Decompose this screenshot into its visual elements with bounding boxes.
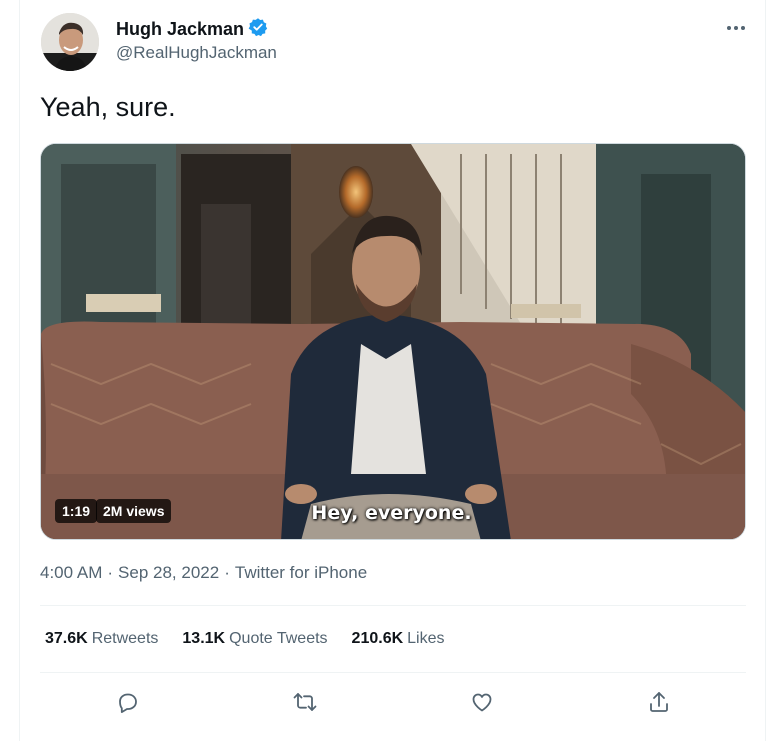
meta-separator: ·: [224, 563, 230, 582]
quote-tweets-label: Quote Tweets: [229, 630, 328, 647]
author-name-row: Hugh Jackman: [116, 17, 268, 42]
video-caption: Hey, everyone.: [311, 502, 472, 524]
right-border: [765, 0, 766, 741]
likes-count: 210.6K: [351, 630, 404, 647]
author-handle[interactable]: @RealHughJackman: [116, 43, 277, 63]
share-icon[interactable]: [644, 687, 674, 717]
tweet-date[interactable]: Sep 28, 2022: [118, 563, 219, 583]
tweet-stats: 37.6K Retweets 13.1K Quote Tweets 210.6K…: [45, 630, 445, 648]
quote-tweets-stat[interactable]: 13.1K Quote Tweets: [182, 630, 327, 648]
tweet-text: Yeah, sure.: [40, 92, 176, 122]
avatar[interactable]: [41, 13, 99, 71]
divider: [40, 672, 746, 673]
tweet-time[interactable]: 4:00 AM: [40, 563, 102, 583]
like-icon[interactable]: [467, 687, 497, 717]
left-border: [19, 0, 20, 741]
author-name[interactable]: Hugh Jackman: [116, 19, 244, 40]
video-player[interactable]: [40, 143, 746, 540]
video-frame: [41, 144, 745, 539]
retweets-label: Retweets: [91, 630, 159, 647]
retweets-count: 37.6K: [45, 630, 88, 647]
divider: [40, 605, 746, 606]
tweet-meta: 4:00 AM · Sep 28, 2022 · Twitter for iPh…: [40, 563, 367, 583]
retweet-icon[interactable]: [290, 687, 320, 717]
quote-tweets-count: 13.1K: [182, 630, 226, 647]
tweet-actions: [0, 687, 773, 717]
retweets-stat[interactable]: 37.6K Retweets: [45, 630, 158, 648]
tweet-source[interactable]: Twitter for iPhone: [235, 563, 367, 583]
verified-badge-icon: [248, 17, 268, 42]
likes-label: Likes: [407, 630, 445, 647]
reply-icon[interactable]: [113, 687, 143, 717]
meta-separator: ·: [107, 563, 114, 582]
likes-stat[interactable]: 210.6K Likes: [352, 630, 445, 648]
more-icon[interactable]: [722, 14, 750, 42]
